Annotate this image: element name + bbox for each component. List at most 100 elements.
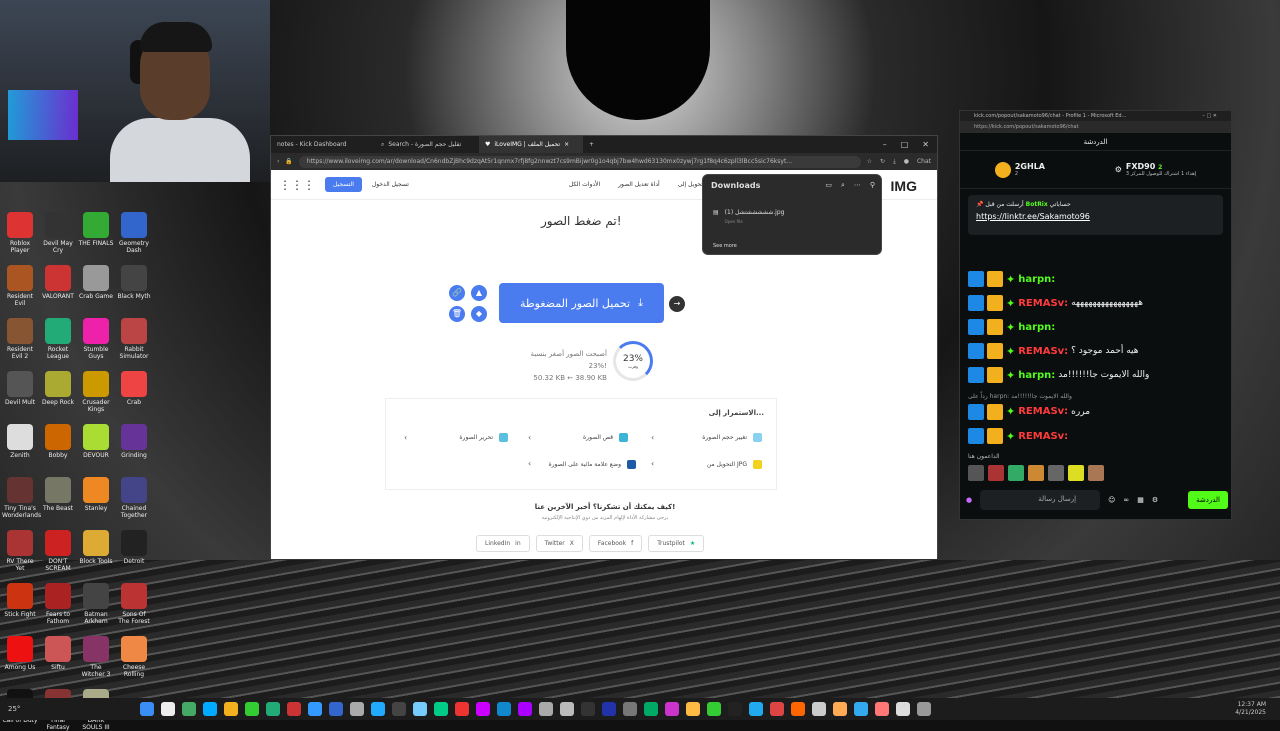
chat-input[interactable]: إرسال رسالة (980, 490, 1101, 510)
login-link[interactable]: تسجيل الدخول (372, 181, 409, 188)
chevron-left-icon[interactable]: ‹ (651, 459, 654, 468)
chevron-left-icon[interactable]: ‹ (404, 433, 407, 442)
kick-address-bar[interactable]: https://kick.com/popout/sakamoto96/chat (960, 121, 1231, 133)
desktop-app-icon[interactable]: Black Myth (116, 265, 152, 300)
continue-crop[interactable]: قص الصورة (583, 433, 628, 442)
desktop-app-icon[interactable]: Chained Together (116, 477, 152, 519)
supporter-avatar[interactable] (1088, 465, 1104, 481)
desktop-app-icon[interactable]: Deep Rock (40, 371, 76, 406)
mic-icon[interactable]: ● (966, 496, 972, 504)
chevron-left-icon[interactable]: ‹ (528, 433, 531, 442)
taskbar-app-icon[interactable] (287, 702, 301, 716)
apps-grid-icon[interactable]: ⋮⋮⋮ (279, 178, 315, 192)
gift-entry[interactable]: ⚙ FXD90 2 إهداء 1 اشتراك للوصول للمركز 3 (1115, 162, 1196, 177)
site-logo[interactable]: IMG (891, 178, 917, 194)
desktop-app-icon[interactable]: Roblox Player (2, 212, 38, 254)
desktop-app-icon[interactable]: The Witcher 3 (78, 636, 114, 678)
more-icon[interactable]: ⋯ (854, 181, 861, 190)
taskbar-app-icon[interactable] (329, 702, 343, 716)
tab-iloveimg[interactable]: ♥ iLoveIMG | تحميل الملف × (479, 136, 583, 153)
taskbar-app-icon[interactable] (581, 702, 595, 716)
nav-item[interactable]: أداة تعديل الصور (618, 181, 660, 188)
back-icon[interactable]: ‹ (277, 158, 279, 165)
settings-icon[interactable]: ⚙ (1152, 496, 1158, 504)
supporter-avatar[interactable] (1068, 465, 1084, 481)
desktop-app-icon[interactable]: THE FINALS (78, 212, 114, 247)
taskbar-app-icon[interactable] (245, 702, 259, 716)
desktop-app-icon[interactable]: RV There Yet (2, 530, 38, 572)
taskbar-app-icon[interactable] (518, 702, 532, 716)
nav-item[interactable]: الأدوات الكل (569, 181, 600, 188)
tab-search[interactable]: ⌕ Search - تقليل حجم الصورة (375, 136, 479, 153)
gift-entry[interactable]: 2GHLA 2 (994, 161, 1045, 178)
desktop-app-icon[interactable]: Devil Mult (2, 371, 38, 406)
download-item[interactable]: ▤ شششششتشل (1).jpg Open file (713, 209, 784, 224)
taskbar-app-icon[interactable] (392, 702, 406, 716)
chat-message[interactable]: ✦ harpn: والله الايموت جا!!!!!!مد (968, 367, 1149, 383)
chat-username[interactable]: harpn: (1018, 274, 1055, 285)
taskbar-app-icon[interactable] (602, 702, 616, 716)
delete-icon[interactable]: 🗑 (449, 306, 465, 322)
facebook-button[interactable]: Facebook f (588, 535, 643, 552)
twitter-button[interactable]: Twitter X (535, 535, 583, 552)
taskbar-app-icon[interactable] (434, 702, 448, 716)
taskbar-app-icon[interactable] (308, 702, 322, 716)
search-icon[interactable]: ⌕ (841, 181, 845, 190)
chat-username[interactable]: REMASv: (1018, 406, 1068, 417)
taskbar-app-icon[interactable] (770, 702, 784, 716)
taskbar-app-icon[interactable] (371, 702, 385, 716)
chat-username[interactable]: REMASv: (1018, 346, 1068, 357)
taskbar-app-icon[interactable] (833, 702, 847, 716)
infinity-icon[interactable]: ∞ (1123, 496, 1129, 504)
chat-username[interactable]: REMASv: (1018, 431, 1068, 442)
taskbar-app-icon[interactable] (707, 702, 721, 716)
desktop-app-icon[interactable]: DON'T SCREAM (40, 530, 76, 572)
taskbar-app-icon[interactable] (686, 702, 700, 716)
desktop-app-icon[interactable]: Bobby (40, 424, 76, 459)
window-controls-icon[interactable]: – □ ✕ (1202, 113, 1217, 119)
download-icon[interactable]: ⤓ (893, 158, 896, 166)
taskbar-app-icon[interactable] (350, 702, 364, 716)
taskbar-app-icon[interactable] (791, 702, 805, 716)
desktop-app-icon[interactable]: Block Tools (78, 530, 114, 565)
desktop-app-icon[interactable]: Resident Evil (2, 265, 38, 307)
open-file-link[interactable]: Open file (725, 219, 785, 224)
taskbar-app-icon[interactable] (497, 702, 511, 716)
taskbar-app-icon[interactable] (560, 702, 574, 716)
chat-button[interactable]: Chat (917, 158, 931, 166)
desktop-app-icon[interactable]: Batman Arkham (78, 583, 114, 625)
download-compressed-button[interactable]: تحميل الصور المضغوطة ⤓ (499, 283, 664, 323)
desktop-app-icon[interactable]: Siftu (40, 636, 76, 671)
taskbar-app-icon[interactable] (917, 702, 931, 716)
desktop-app-icon[interactable]: Crab Game (78, 265, 114, 300)
desktop-app-icon[interactable]: Zenith (2, 424, 38, 459)
chat-message[interactable]: ✦ REMASv: ههههههههههههههههه (968, 295, 1143, 311)
desktop-app-icon[interactable]: Stumble Guys (78, 318, 114, 360)
taskbar-app-icon[interactable] (749, 702, 763, 716)
desktop-app-icon[interactable]: Crab (116, 371, 152, 406)
continue-edit[interactable]: تحرير الصورة (459, 433, 508, 442)
taskbar-app-icon[interactable] (539, 702, 553, 716)
chevron-left-icon[interactable]: ‹ (528, 459, 531, 468)
taskbar-app-icon[interactable] (476, 702, 490, 716)
desktop-app-icon[interactable]: Resident Evil 2 (2, 318, 38, 360)
taskbar-app-icon[interactable] (623, 702, 637, 716)
desktop-app-icon[interactable]: Devil May Cry (40, 212, 76, 254)
new-tab-button[interactable]: + (583, 141, 600, 148)
supporter-avatar[interactable] (988, 465, 1004, 481)
chat-message[interactable]: ✦ harpn: (968, 319, 1058, 335)
chevron-left-icon[interactable]: ‹ (651, 433, 654, 442)
desktop-app-icon[interactable]: Stanley (78, 477, 114, 512)
see-more-link[interactable]: See more (713, 243, 737, 249)
desktop-app-icon[interactable]: The Beast (40, 477, 76, 512)
continue-resize[interactable]: تغيير حجم الصورة (702, 433, 762, 442)
trustpilot-button[interactable]: Trustpilot ★ (648, 535, 705, 552)
desktop-app-icon[interactable]: Sons Of The Forest (116, 583, 152, 625)
pin-user[interactable]: BotRix (1026, 201, 1048, 208)
desktop-app-icon[interactable]: Rocket League (40, 318, 76, 360)
linkedin-button[interactable]: LinkedIn in (476, 535, 530, 552)
refresh-icon[interactable]: ↻ (880, 158, 885, 166)
chat-message[interactable]: ✦ harpn: (968, 271, 1058, 287)
folder-icon[interactable]: ▭ (825, 181, 832, 190)
continue-watermark[interactable]: وضع علامة مائية على الصورة (548, 460, 636, 469)
